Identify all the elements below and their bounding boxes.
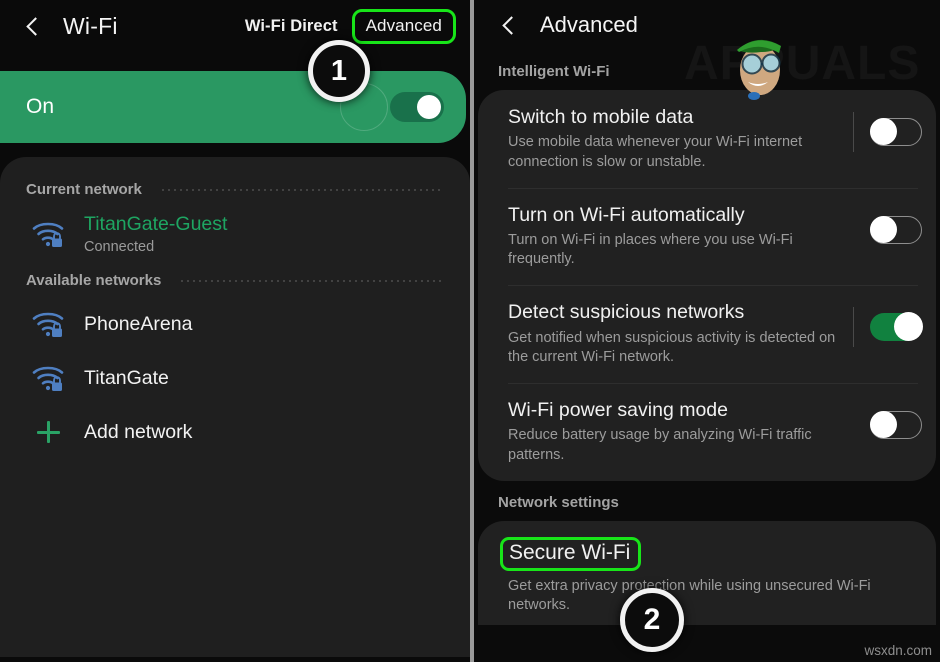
secure-wifi-description: Get extra privacy protection while using… [508,577,871,613]
setting-title: Wi-Fi power saving mode [508,399,728,422]
network-name: TitanGate-Guest [84,213,228,235]
setting-texts: Switch to mobile data Use mobile data wh… [508,106,853,172]
toggle-area [853,106,922,152]
add-network-row[interactable]: Add network [0,405,470,459]
advanced-page-title: Advanced [540,12,638,37]
section-header-available-networks: Available networks [0,262,470,297]
toggle-detect-suspicious-networks[interactable] [870,312,923,342]
setting-texts: Detect suspicious networks Get notified … [508,301,853,367]
right-panel-advanced: Advanced APPUALS Intelligent Wi-Fi Switc… [470,0,940,662]
dotted-divider [159,188,444,191]
dotted-divider [179,279,444,282]
page-title: Wi-Fi [63,12,118,39]
wifi-lock-icon [26,358,70,398]
right-header: Advanced [470,0,940,50]
wifi-state-label: On [26,95,55,118]
left-header: Wi-Fi Wi-Fi Direct Advanced [0,0,470,52]
source-watermark: wsxdn.com [864,643,932,658]
setting-title: Detect suspicious networks [508,301,745,324]
setting-title: Switch to mobile data [508,106,694,128]
setting-title: Turn on Wi-Fi automatically [508,203,745,226]
setting-description: Reduce battery usage by analyzing Wi-Fi … [508,427,812,463]
secure-wifi-card[interactable]: Secure Wi-Fi Get extra privacy protectio… [478,520,936,625]
network-text: TitanGate-Guest Connected [84,213,227,255]
setting-texts: Wi-Fi power saving mode Reduce battery u… [508,399,853,465]
section-header-current-network: Current network [0,171,470,206]
step-badge-1: 1 [308,40,370,102]
panel-divider [470,0,474,662]
network-name: TitanGate [84,366,169,389]
toggle-divider [853,112,854,152]
section-label: Available networks [26,272,162,289]
network-text: Add network [84,421,192,444]
toggle-knob [894,312,923,342]
network-text: PhoneArena [84,313,192,336]
back-chevron-icon[interactable] [498,14,520,36]
wifi-lock-icon [26,304,70,344]
setting-texts: Turn on Wi-Fi automatically Turn on Wi-F… [508,204,853,270]
network-row-titangate[interactable]: TitanGate [0,351,470,405]
network-row-current[interactable]: TitanGate-Guest Connected [0,206,470,262]
toggle-switch-to-mobile-data[interactable] [870,118,922,146]
setting-row-turn-on-wifi-automatically[interactable]: Turn on Wi-Fi automatically Turn on Wi-F… [478,187,936,286]
network-name: PhoneArena [84,312,193,335]
toggle-wifi-power-saving-mode[interactable] [870,411,922,440]
setting-description: Get notified when suspicious activity is… [508,329,836,365]
networks-card: Current network TitanGate-Guest Connecte… [0,157,470,657]
secure-wifi-title: Secure Wi-Fi [509,540,631,564]
wifi-lock-icon [26,214,70,254]
setting-description: Turn on Wi-Fi in places where you use Wi… [508,232,793,268]
toggle-knob [870,411,897,439]
setting-row-detect-suspicious-networks[interactable]: Detect suspicious networks Get notified … [478,285,936,383]
toggle-knob [870,118,897,145]
toggle-area [853,301,923,348]
back-chevron-icon[interactable] [22,15,44,37]
intelligent-wifi-card: Switch to mobile data Use mobile data wh… [478,90,936,481]
advanced-button-highlight[interactable]: Advanced [351,8,456,44]
advanced-button-label: Advanced [365,15,442,35]
group-label-network-settings: Network settings [498,493,619,511]
network-text: TitanGate [84,367,169,390]
setting-description: Use mobile data whenever your Wi-Fi inte… [508,134,803,170]
secure-wifi-highlight[interactable]: Secure Wi-Fi [500,536,642,571]
group-label-intelligent-wifi: Intelligent Wi-Fi [498,63,610,80]
network-status: Connected [84,239,155,255]
wifi-master-toggle[interactable] [390,92,444,122]
add-network-label: Add network [84,420,193,443]
toggle-area [853,204,922,250]
section-label: Current network [26,181,142,198]
left-panel-wifi-list: Wi-Fi Wi-Fi Direct Advanced On Current n… [0,0,470,662]
setting-row-wifi-power-saving-mode[interactable]: Wi-Fi power saving mode Reduce battery u… [478,383,936,481]
network-row-phonearena[interactable]: PhoneArena [0,297,470,351]
toggle-divider [853,307,854,348]
toggle-knob [417,95,441,119]
plus-icon [26,412,70,452]
toggle-turn-on-wifi-automatically[interactable] [870,215,922,244]
setting-row-switch-to-mobile-data[interactable]: Switch to mobile data Use mobile data wh… [478,90,936,188]
wifi-settings-screenshot: Wi-Fi Wi-Fi Direct Advanced On Current n… [0,0,940,662]
left-header-actions: Wi-Fi Direct Advanced [245,8,456,44]
wifi-direct-button[interactable]: Wi-Fi Direct [245,17,338,36]
wifi-on-banner: On [0,71,466,143]
step-badge-2: 2 [620,588,684,652]
toggle-knob [870,215,897,243]
toggle-area [853,399,922,445]
